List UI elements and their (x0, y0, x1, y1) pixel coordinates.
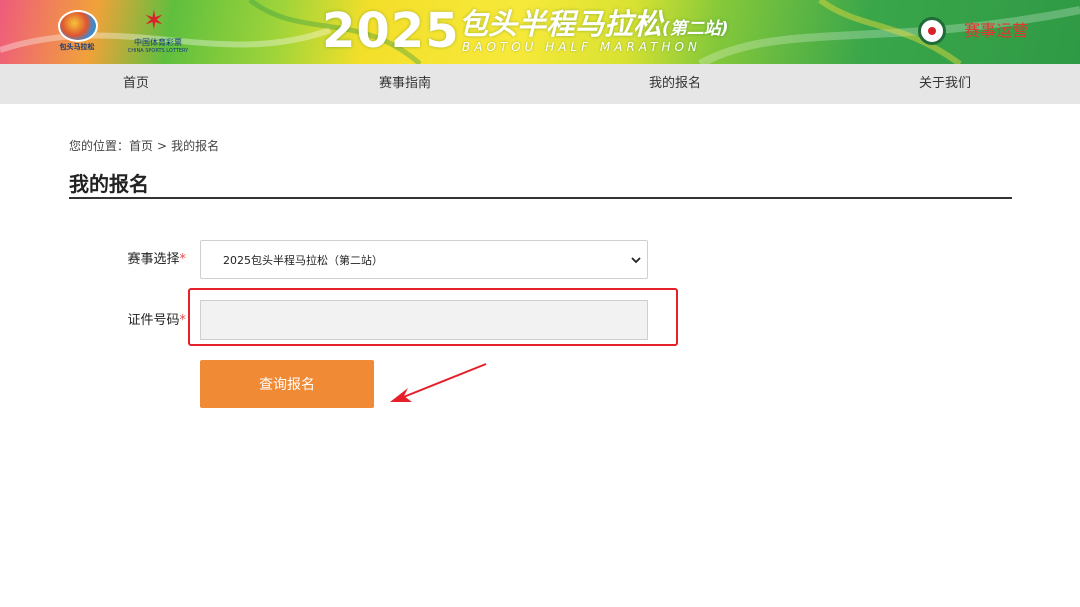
banner-title-text: 包头半程马拉松 (459, 7, 663, 41)
nav-item-home[interactable]: 首页 (76, 64, 196, 104)
event-select-value: 2025包头半程马拉松（第二站） (223, 254, 383, 267)
required-mark: * (179, 313, 187, 328)
event-select[interactable]: 2025包头半程马拉松（第二站） (200, 240, 648, 279)
id-number-label-text: 证件号码 (127, 313, 180, 328)
round-badge-icon (918, 17, 946, 45)
marathon-logo-caption: 包头马拉松 (59, 43, 95, 51)
arrow-pointer-icon (390, 363, 487, 402)
nav-item-about[interactable]: 关于我们 (885, 64, 1005, 104)
id-number-label: 证件号码* (96, 311, 186, 331)
marathon-emblem-icon (58, 10, 98, 42)
lottery-caption-en: CHINA SPORTS LOTTERY (127, 48, 189, 54)
id-input-highlight-box (188, 288, 678, 346)
event-select-label: 赛事选择* (96, 250, 186, 270)
lottery-caption: 中国体育彩票 (134, 38, 182, 47)
sports-lottery-logo: ✶ 中国体育彩票 CHINA SPORTS LOTTERY (125, 8, 191, 56)
title-divider (69, 197, 1012, 199)
required-mark: * (179, 252, 187, 267)
chevron-down-icon (631, 257, 641, 264)
header-banner: 包头马拉松 ✶ 中国体育彩票 CHINA SPORTS LOTTERY 2025… (0, 0, 1080, 64)
breadcrumb-home-link[interactable]: 首页 (129, 139, 153, 153)
operator-logo-text: 赛事运营 (964, 21, 1029, 40)
event-select-label-text: 赛事选择 (127, 252, 180, 267)
breadcrumb-current: 我的报名 (171, 139, 220, 153)
nav-item-guide[interactable]: 赛事指南 (345, 64, 465, 104)
banner-subtitle-en: BAOTOU HALF MARATHON (462, 40, 701, 54)
main-nav: 首页 赛事指南 我的报名 关于我们 (0, 64, 1080, 104)
banner-stage: (第二站) (662, 19, 729, 39)
breadcrumb-prefix: 您的位置： (69, 139, 130, 153)
breadcrumb-separator: > (157, 139, 168, 153)
query-registration-button[interactable]: 查询报名 (200, 360, 374, 408)
baotou-marathon-logo: 包头马拉松 (52, 8, 102, 56)
lottery-star-icon: ✶ (143, 6, 165, 36)
breadcrumb: 您的位置：首页 > 我的报名 (69, 137, 219, 155)
page-title: 我的报名 (69, 172, 149, 196)
nav-item-my-registration[interactable]: 我的报名 (615, 64, 735, 104)
banner-year: 2025 (322, 3, 460, 59)
